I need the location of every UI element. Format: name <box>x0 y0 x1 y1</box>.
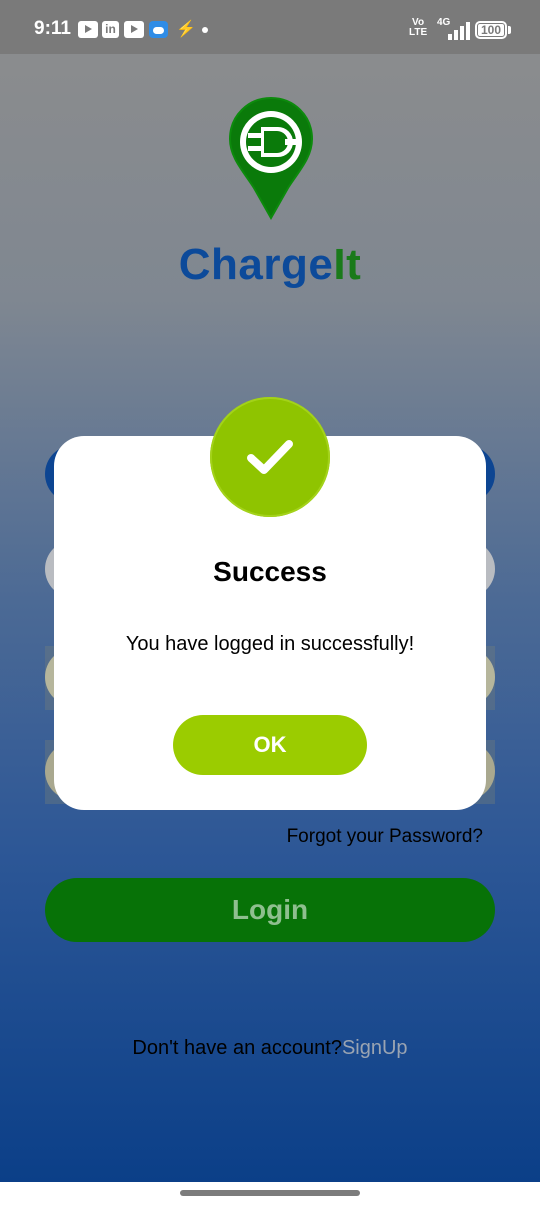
app-name-part2: It <box>333 240 362 289</box>
ok-button[interactable]: OK <box>173 715 367 775</box>
signup-prompt: Don't have an account? <box>132 1037 342 1059</box>
forgot-password-link[interactable]: Forgot your Password? <box>287 826 483 848</box>
youtube-icon <box>78 21 98 38</box>
app-name-part1: Charge <box>178 240 334 289</box>
dialog-message: You have logged in successfully! <box>125 633 415 655</box>
volte-label: Vo LTE <box>409 17 428 38</box>
dot-icon <box>202 27 208 33</box>
checkmark-icon <box>247 440 293 474</box>
signup-link[interactable]: SignUp <box>342 1037 408 1059</box>
login-button[interactable]: Login <box>45 878 495 942</box>
battery-tip <box>508 26 511 34</box>
status-time: 9:11 <box>34 18 71 39</box>
app-screen: 9:11 in ⚡ Vo LTE 4G 100 ChargeIt Forgot … <box>0 0 540 1182</box>
navigation-bar <box>0 1182 540 1206</box>
battery-level: 100 <box>478 24 504 36</box>
signal-strength-icon <box>446 22 470 40</box>
ev-plug-location-pin-icon <box>228 96 314 220</box>
signup-row: Don't have an account?SignUp <box>0 1037 540 1060</box>
youtube-icon <box>124 21 144 38</box>
bolt-icon: ⚡ <box>176 21 196 38</box>
app-name: ChargeIt <box>0 240 540 290</box>
status-bar: 9:11 in ⚡ Vo LTE 4G 100 <box>0 0 540 54</box>
success-badge <box>210 397 330 517</box>
weather-icon <box>149 21 168 38</box>
home-indicator[interactable] <box>180 1190 360 1196</box>
linkedin-icon: in <box>102 21 119 38</box>
dialog-title: Success <box>213 556 327 587</box>
battery-icon: 100 <box>475 21 507 39</box>
